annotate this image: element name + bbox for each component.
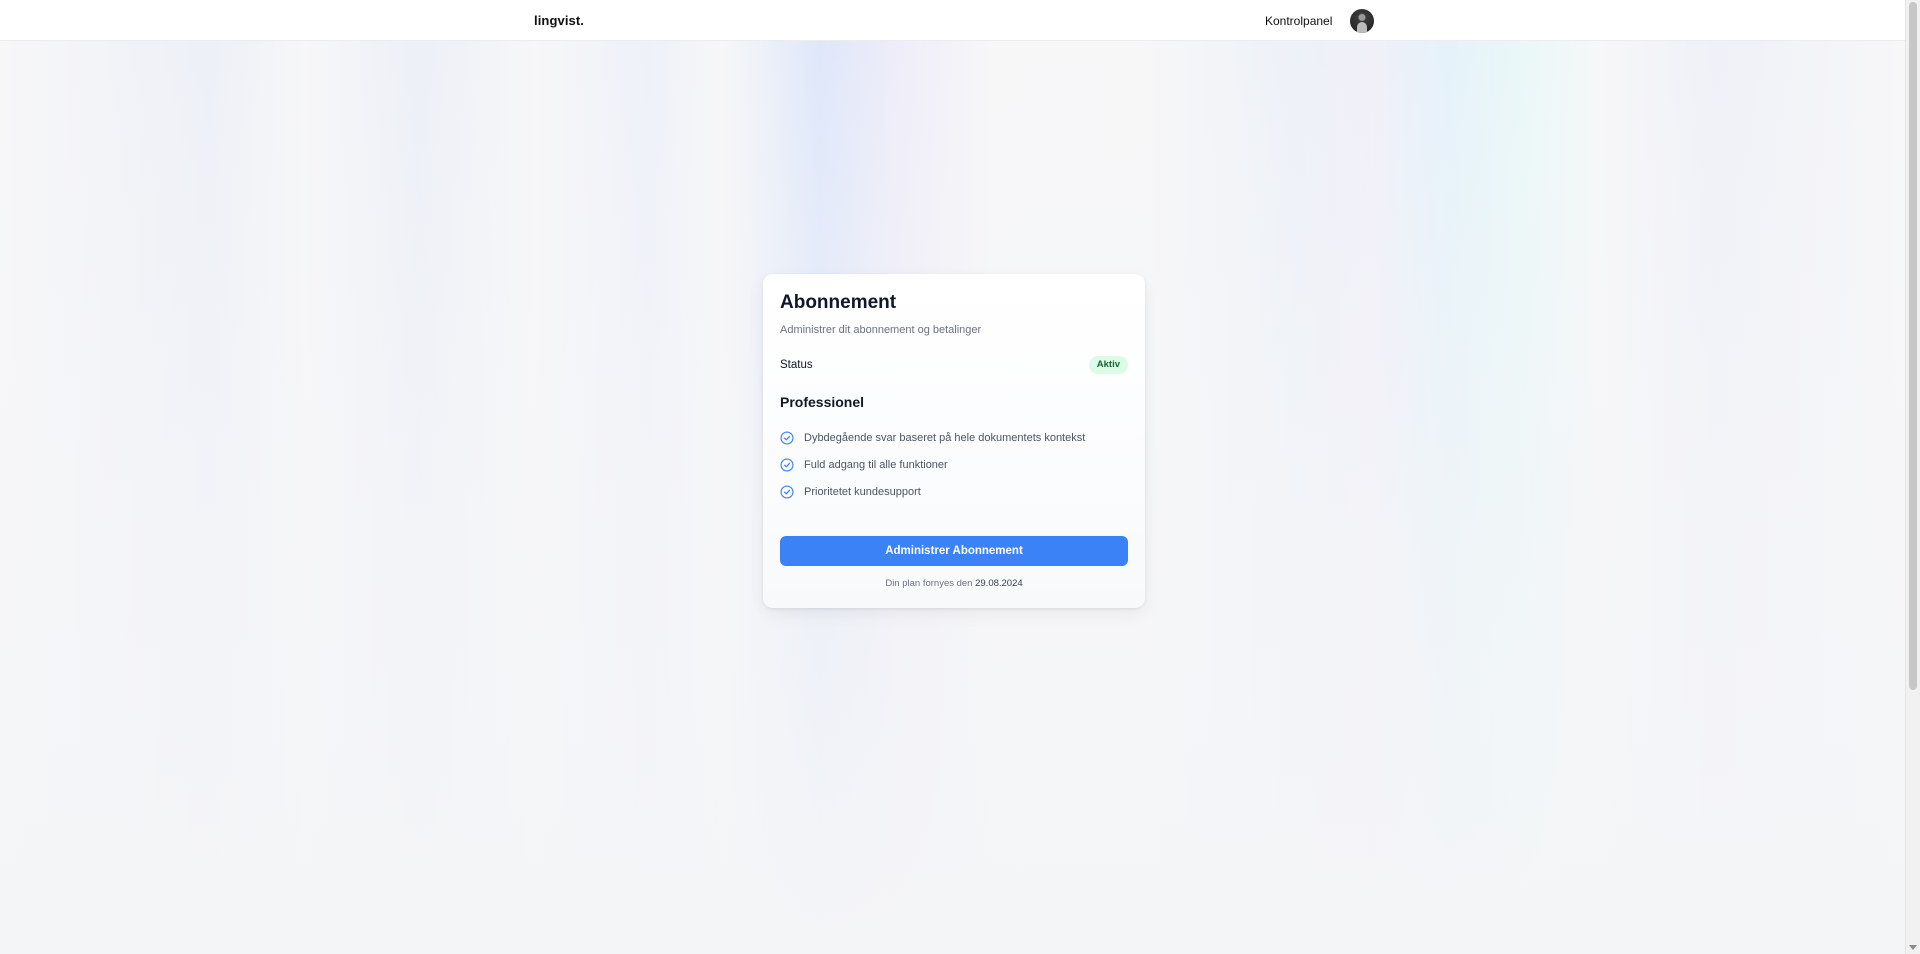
card-title: Abonnement: [780, 292, 897, 313]
avatar[interactable]: [1350, 9, 1374, 33]
status-label: Status: [780, 359, 813, 371]
check-circle-icon: [780, 431, 794, 445]
check-circle-icon: [780, 458, 794, 472]
feature-item: Fuld adgang til alle funktioner: [780, 457, 1085, 484]
status-row: Status Aktiv: [780, 355, 1128, 375]
logo[interactable]: lingvist.: [534, 13, 584, 28]
nav-link-kontrolpanel[interactable]: Kontrolpanel: [1265, 14, 1332, 28]
feature-text: Prioritetet kundesupport: [804, 486, 921, 498]
renewal-text: Din plan fornyes den: [885, 578, 973, 589]
plan-name: Professionel: [780, 394, 865, 410]
feature-item: Dybdegående svar baseret på hele dokumen…: [780, 430, 1085, 457]
status-badge: Aktiv: [1088, 356, 1128, 374]
renewal-date: 29.08.2024: [975, 578, 1023, 589]
feature-text: Dybdegående svar baseret på hele dokumen…: [804, 432, 1086, 444]
feature-list: Dybdegående svar baseret på hele dokumen…: [780, 430, 1085, 511]
scroll-down-arrow-icon[interactable]: [1909, 945, 1917, 950]
renewal-note: Din plan fornyes den 29.08.2024: [763, 578, 1145, 589]
card-subtitle: Administrer dit abonnement og betalinger: [780, 324, 982, 336]
feature-item: Prioritetet kundesupport: [780, 484, 1085, 511]
feature-text: Fuld adgang til alle funktioner: [804, 459, 948, 471]
subscription-card: Abonnement Administrer dit abonnement og…: [763, 274, 1145, 608]
vertical-scrollbar[interactable]: [1905, 0, 1920, 954]
manage-subscription-button[interactable]: Administrer Abonnement: [780, 536, 1128, 566]
scrollbar-thumb[interactable]: [1909, 2, 1917, 690]
top-navbar: lingvist. Kontrolpanel: [0, 0, 1906, 41]
check-circle-icon: [780, 485, 794, 499]
